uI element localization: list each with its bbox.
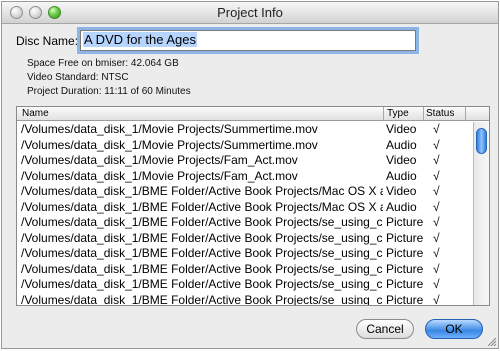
status-check-icon: √ — [433, 184, 440, 198]
row-name: /Volumes/data_disk_1/BME Folder/Active B… — [21, 230, 383, 245]
status-check-icon: √ — [433, 137, 440, 152]
row-type: Picture — [386, 246, 424, 260]
column-header-name[interactable]: Name — [22, 108, 49, 119]
status-check-icon: √ — [433, 261, 440, 276]
table-header: Name Type Status — [17, 107, 489, 121]
status-check-icon: √ — [433, 199, 440, 214]
disc-name-value[interactable]: A DVD for the Ages — [83, 32, 198, 47]
row-name: /Volumes/data_disk_1/BME Folder/Active B… — [21, 261, 383, 276]
row-name: /Volumes/data_disk_1/BME Folder/Active B… — [21, 215, 383, 229]
row-type: Picture — [386, 230, 424, 245]
status-check-icon: √ — [433, 168, 440, 183]
column-divider — [423, 107, 424, 121]
assets-table: Name Type Status /Volumes/data_disk_1/Mo… — [16, 106, 490, 306]
table-rows: /Volumes/data_disk_1/Movie Projects/Summ… — [17, 122, 471, 306]
row-type: Video — [386, 122, 417, 136]
table-row[interactable]: /Volumes/data_disk_1/BME Folder/Active B… — [17, 246, 471, 262]
table-row[interactable]: /Volumes/data_disk_1/BME Folder/Active B… — [17, 215, 471, 231]
table-row[interactable]: /Volumes/data_disk_1/BME Folder/Active B… — [17, 200, 471, 216]
row-type: Picture — [386, 215, 424, 229]
table-row[interactable]: /Volumes/data_disk_1/BME Folder/Active B… — [17, 292, 471, 306]
status-check-icon: √ — [433, 246, 440, 260]
column-divider — [383, 107, 384, 121]
table-row[interactable]: /Volumes/data_disk_1/BME Folder/Active B… — [17, 184, 471, 200]
row-name: /Volumes/data_disk_1/BME Folder/Active B… — [21, 292, 383, 306]
row-type: Video — [386, 153, 417, 167]
disc-name-field[interactable]: A DVD for the Ages — [80, 30, 416, 51]
row-name: /Volumes/data_disk_1/BME Folder/Active B… — [21, 246, 383, 260]
status-check-icon: √ — [433, 122, 440, 136]
status-check-icon: √ — [433, 292, 440, 306]
project-info-window: Project Info Disc Name: A DVD for the Ag… — [1, 1, 499, 349]
row-name: /Volumes/data_disk_1/Movie Projects/Summ… — [21, 122, 318, 136]
row-type: Audio — [386, 199, 417, 214]
space-free-text: Space Free on bmiser: 42.064 GB — [27, 58, 179, 69]
column-divider — [465, 107, 466, 121]
row-type: Audio — [386, 137, 417, 152]
status-check-icon: √ — [433, 277, 440, 291]
disc-name-label: Disc Name: — [16, 34, 79, 48]
scrollbar-thumb[interactable] — [476, 128, 487, 154]
cancel-button[interactable]: Cancel — [356, 319, 414, 339]
status-check-icon: √ — [433, 215, 440, 229]
row-name: /Volumes/data_disk_1/Movie Projects/Summ… — [21, 137, 318, 152]
row-type: Picture — [386, 277, 424, 291]
table-row[interactable]: /Volumes/data_disk_1/Movie Projects/Fam_… — [17, 153, 471, 169]
table-row[interactable]: /Volumes/data_disk_1/Movie Projects/Fam_… — [17, 169, 471, 185]
row-type: Picture — [386, 292, 424, 306]
table-row[interactable]: /Volumes/data_disk_1/BME Folder/Active B… — [17, 231, 471, 247]
table-row[interactable]: /Volumes/data_disk_1/BME Folder/Active B… — [17, 277, 471, 293]
status-check-icon: √ — [433, 230, 440, 245]
video-standard-text: Video Standard: NTSC — [27, 72, 129, 83]
row-type: Audio — [386, 168, 417, 183]
resize-grip-icon[interactable] — [486, 336, 496, 346]
table-row[interactable]: /Volumes/data_disk_1/Movie Projects/Summ… — [17, 122, 471, 138]
row-type: Video — [386, 184, 417, 198]
project-duration-text: Project Duration: 11:11 of 60 Minutes — [27, 86, 191, 97]
column-header-type[interactable]: Type — [387, 108, 409, 119]
column-header-status[interactable]: Status — [426, 108, 454, 119]
title-bar[interactable]: Project Info — [2, 2, 498, 24]
vertical-scrollbar[interactable] — [473, 122, 489, 305]
table-row[interactable]: /Volumes/data_disk_1/Movie Projects/Summ… — [17, 138, 471, 154]
row-name: /Volumes/data_disk_1/Movie Projects/Fam_… — [21, 168, 298, 183]
row-type: Picture — [386, 261, 424, 276]
status-check-icon: √ — [433, 153, 440, 167]
row-name: /Volumes/data_disk_1/BME Folder/Active B… — [21, 184, 383, 198]
ok-button[interactable]: OK — [425, 319, 483, 339]
row-name: /Volumes/data_disk_1/BME Folder/Active B… — [21, 199, 383, 214]
row-name: /Volumes/data_disk_1/BME Folder/Active B… — [21, 277, 383, 291]
table-row[interactable]: /Volumes/data_disk_1/BME Folder/Active B… — [17, 262, 471, 278]
window-title: Project Info — [217, 5, 283, 20]
row-name: /Volumes/data_disk_1/Movie Projects/Fam_… — [21, 153, 298, 167]
